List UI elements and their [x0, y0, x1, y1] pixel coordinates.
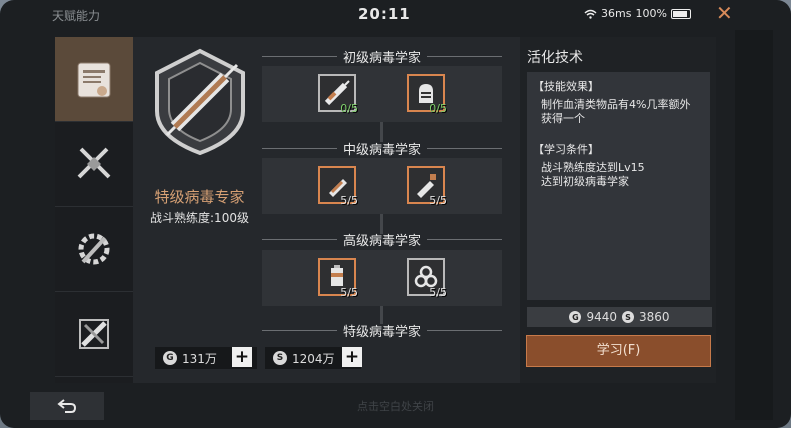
- add-g-button[interactable]: +: [232, 347, 252, 367]
- tab-weapons[interactable]: [55, 122, 133, 207]
- ping-text: 36ms: [601, 7, 632, 20]
- profession-title: 特级病毒专家: [154, 188, 245, 206]
- tier-header-4: 特级病毒学家: [262, 321, 502, 340]
- skill-count: 5/5: [340, 194, 358, 207]
- close-hint: 点击空白处关闭: [357, 400, 434, 413]
- skill-cost: G 9440 S 3860: [527, 307, 712, 327]
- tier-row-2: 5/5 5/5: [262, 158, 502, 214]
- gear-wrench-icon: [78, 233, 110, 265]
- close-icon[interactable]: ✕: [716, 3, 733, 23]
- skill-glove[interactable]: 0/5: [407, 74, 447, 115]
- skill-count: 5/5: [429, 194, 447, 207]
- s-coin-icon: S: [622, 311, 634, 323]
- syringe-shield-icon: [155, 48, 245, 156]
- add-s-button[interactable]: +: [342, 347, 362, 367]
- skill-count: 0/5: [340, 102, 358, 115]
- tools-icon: [79, 319, 109, 349]
- side-edge: [735, 30, 773, 420]
- wifi-icon: [584, 9, 597, 19]
- condition-2: 达到初级病毒学家: [541, 175, 629, 188]
- tier-header-1: 初级病毒学家: [262, 47, 502, 66]
- profession-emblem: [145, 47, 255, 157]
- currency-g-amount: 131万: [182, 351, 217, 366]
- device-status: 36ms 100%: [584, 7, 691, 20]
- effect-text: 制作血清类物品有4%几率额外获得一个: [541, 98, 691, 125]
- skill-canister[interactable]: 5/5: [318, 258, 358, 299]
- status-bar: 天赋能力 20:11 36ms 100% ✕: [0, 0, 791, 30]
- tier-header-3: 高级病毒学家: [262, 230, 502, 249]
- tier-row-3: 5/5 5/5: [262, 250, 502, 306]
- tier-row-1: 0/5 0/5: [262, 66, 502, 122]
- profession-level: 战斗熟练度:100级: [150, 211, 249, 225]
- effect-header: 【技能效果】: [533, 80, 599, 93]
- battery-text: 100%: [635, 7, 667, 20]
- condition-1: 战斗熟练度达到Lv15: [541, 161, 645, 174]
- skill-spray[interactable]: 5/5: [407, 166, 447, 207]
- skill-name: 活化技术: [527, 50, 583, 66]
- tab-tools[interactable]: [55, 292, 133, 377]
- category-sidebar: [55, 37, 133, 383]
- skill-syringe[interactable]: 0/5: [318, 74, 358, 115]
- skill-count: 0/5: [429, 102, 447, 115]
- cost-s: 3860: [639, 310, 670, 324]
- window-title: 天赋能力: [52, 9, 101, 23]
- s-coin-icon: S: [273, 351, 287, 365]
- clock: 20:11: [358, 5, 411, 23]
- currency-s-amount: 1204万: [292, 351, 335, 366]
- cost-g: 9440: [586, 310, 617, 324]
- skill-count: 5/5: [340, 286, 358, 299]
- skill-description: 【技能效果】 制作血清类物品有4%几率额外获得一个 【学习条件】 战斗熟练度达到…: [527, 72, 710, 300]
- tier-label: 中级病毒学家: [262, 139, 502, 158]
- certificate-icon: [77, 62, 111, 98]
- tab-certificate[interactable]: [55, 37, 133, 122]
- skill-count: 5/5: [429, 286, 447, 299]
- learn-button[interactable]: 学习(F): [526, 335, 711, 367]
- crossed-weapons-icon: [77, 147, 111, 179]
- g-coin-icon: G: [163, 351, 177, 365]
- condition-header: 【学习条件】: [533, 143, 599, 156]
- tier-label: 初级病毒学家: [262, 47, 502, 66]
- tier-label: 高级病毒学家: [262, 230, 502, 249]
- tab-crafting[interactable]: [55, 207, 133, 292]
- tier-header-2: 中级病毒学家: [262, 139, 502, 158]
- battery-icon: [670, 8, 691, 19]
- skill-vial[interactable]: 5/5: [318, 166, 358, 207]
- tier-label: 特级病毒学家: [262, 321, 502, 340]
- skill-biohazard[interactable]: 5/5: [407, 258, 447, 299]
- g-coin-icon: G: [569, 311, 582, 323]
